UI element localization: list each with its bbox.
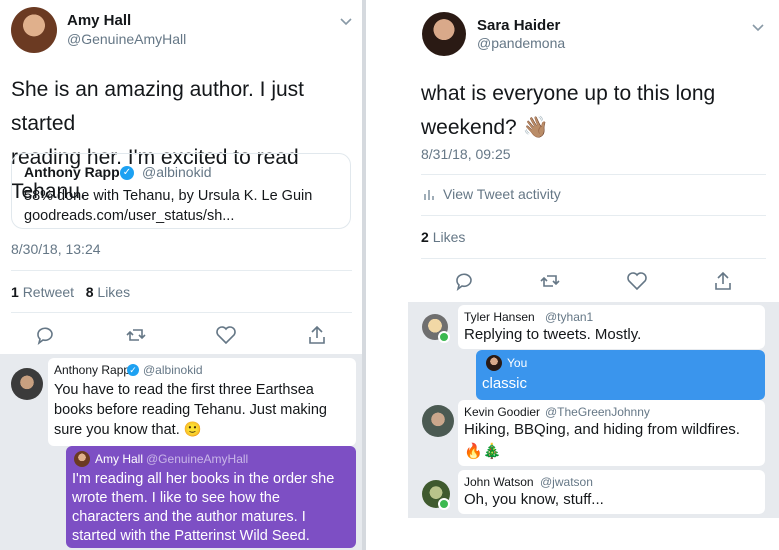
tweet-timestamp[interactable]: 8/31/18, 09:25 bbox=[421, 146, 511, 162]
quoted-text-line-1: 58% done with Tehanu, by Ursula K. Le Gu… bbox=[24, 188, 313, 204]
quoted-text: 58% done with Tehanu, by Ursula K. Le Gu… bbox=[24, 186, 312, 226]
quoted-author-handle: @albinokid bbox=[142, 164, 212, 180]
bubble-text-line-3: characters and the author matures. I bbox=[72, 509, 306, 525]
retweet-label[interactable]: Retweet bbox=[23, 284, 74, 300]
tweet-actions bbox=[0, 324, 362, 346]
like-icon[interactable] bbox=[215, 324, 237, 346]
like-label[interactable]: Likes bbox=[433, 229, 466, 245]
share-icon[interactable] bbox=[712, 270, 734, 292]
bubble-text-line-2: books before reading Tehanu. Just making bbox=[54, 402, 327, 418]
bubble-author-handle: @TheGreenJohnny bbox=[545, 405, 650, 419]
verified-icon: ✓ bbox=[120, 166, 134, 180]
bubble-author-name: Kevin Goodier bbox=[464, 405, 541, 419]
divider bbox=[421, 215, 766, 216]
verified-icon: ✓ bbox=[127, 364, 139, 376]
like-count[interactable]: 8 bbox=[86, 284, 94, 300]
left-tweet-panel: Amy Hall @GenuineAmyHall She is an amazi… bbox=[0, 0, 362, 550]
fire-tree-emoji: 🔥🎄 bbox=[464, 443, 502, 460]
author-handle[interactable]: @GenuineAmyHall bbox=[67, 31, 186, 47]
bubble-text-line-1: I'm reading all her books in the order s… bbox=[72, 471, 335, 487]
divider bbox=[421, 174, 766, 175]
bubble-author-handle: @albinokid bbox=[143, 363, 203, 377]
like-label[interactable]: Likes bbox=[97, 284, 130, 300]
chevron-down-icon[interactable] bbox=[339, 16, 353, 26]
bubble-author-name: Tyler Hansen bbox=[464, 310, 535, 324]
like-icon[interactable] bbox=[626, 270, 648, 292]
author-name[interactable]: Sara Haider bbox=[477, 17, 560, 34]
reply-bubble-john[interactable]: John Watson @jwatson Oh, you know, stuff… bbox=[458, 470, 765, 514]
bubble-author-name: John Watson bbox=[464, 475, 534, 489]
reply-icon[interactable] bbox=[34, 324, 56, 346]
bubble-text: classic bbox=[482, 375, 528, 392]
divider bbox=[11, 312, 352, 313]
bubble-text: Hiking, BBQing, and hiding from wildfire… bbox=[464, 421, 740, 438]
bubble-text: You have to read the first three Earthse… bbox=[54, 380, 327, 440]
quoted-author-name: Anthony Rapp bbox=[24, 164, 120, 180]
bubble-author-handle: @GenuineAmyHall bbox=[146, 452, 249, 466]
share-icon[interactable] bbox=[306, 324, 328, 346]
online-status-icon bbox=[438, 498, 450, 510]
retweet-icon[interactable] bbox=[539, 270, 561, 292]
reply-bubble-you[interactable]: You classic bbox=[476, 350, 765, 400]
amy-hall-avatar[interactable] bbox=[11, 7, 57, 53]
conversation-area: Tyler Hansen @tyhan1 Replying to tweets.… bbox=[408, 302, 779, 518]
quoted-text-line-2: goodreads.com/user_status/sh... bbox=[24, 208, 235, 224]
bubble-author-name: Amy Hall bbox=[95, 452, 144, 466]
tweet-text-line-2: weekend? bbox=[421, 116, 517, 139]
kevin-goodier-avatar[interactable] bbox=[422, 405, 454, 437]
bubble-text-line-1: You have to read the first three Earthse… bbox=[54, 382, 314, 398]
bubble-text-line-3: sure you know that. bbox=[54, 422, 180, 438]
bubble-text: I'm reading all her books in the order s… bbox=[72, 470, 334, 546]
like-count[interactable]: 2 bbox=[421, 229, 429, 245]
quoted-tweet[interactable]: Anthony Rapp ✓ @albinokid 58% done with … bbox=[11, 153, 351, 229]
right-tweet-panel: Sara Haider @pandemona what is everyone … bbox=[366, 0, 779, 550]
sara-haider-mini-avatar bbox=[486, 355, 502, 371]
divider bbox=[11, 270, 352, 271]
chevron-down-icon[interactable] bbox=[751, 22, 765, 32]
tweet-text-line-2-row: weekend? 👋🏽 bbox=[421, 111, 771, 145]
tweet-timestamp[interactable]: 8/30/18, 13:24 bbox=[11, 241, 101, 257]
anthony-rapp-avatar[interactable] bbox=[11, 368, 43, 400]
reply-icon[interactable] bbox=[453, 270, 475, 292]
tweet-text-line-1: what is everyone up to this long bbox=[421, 82, 716, 105]
activity-icon bbox=[424, 190, 434, 200]
tweet-actions bbox=[421, 270, 766, 292]
tweet-stats: 2 Likes bbox=[421, 229, 465, 245]
bubble-text-line-2: wrote them. I like to see how the bbox=[72, 490, 280, 506]
reply-bubble-amy[interactable]: Amy Hall @GenuineAmyHall I'm reading all… bbox=[66, 446, 356, 548]
bubble-author-name: Anthony Rapp bbox=[54, 363, 131, 377]
bubble-author-handle: @jwatson bbox=[540, 475, 593, 489]
conversation-area: Anthony Rapp ✓ @albinokid You have to re… bbox=[0, 354, 362, 550]
online-status-icon bbox=[438, 331, 450, 343]
sara-haider-avatar[interactable] bbox=[422, 12, 466, 56]
retweet-icon[interactable] bbox=[125, 324, 147, 346]
tweet-stats: 1 Retweet 8 Likes bbox=[11, 284, 130, 300]
tweet-text: what is everyone up to this long weekend… bbox=[421, 77, 771, 145]
amy-hall-mini-avatar bbox=[74, 451, 90, 467]
wave-emoji: 👋🏽 bbox=[522, 116, 549, 139]
reply-bubble-kevin[interactable]: Kevin Goodier @TheGreenJohnny Hiking, BB… bbox=[458, 400, 765, 466]
view-tweet-activity-link[interactable]: View Tweet activity bbox=[443, 186, 561, 202]
bubble-author-name: You bbox=[507, 356, 528, 370]
bubble-author-handle: @tyhan1 bbox=[545, 310, 594, 324]
bubble-text: Oh, you know, stuff... bbox=[464, 491, 604, 508]
retweet-count[interactable]: 1 bbox=[11, 284, 19, 300]
bubble-text-line-4: started with the Patterinst Wild Seed. bbox=[72, 528, 310, 544]
reply-bubble-tyler[interactable]: Tyler Hansen @tyhan1 Replying to tweets.… bbox=[458, 305, 765, 349]
bubble-text-line-3-row: sure you know that. 🙂 bbox=[54, 420, 327, 440]
tweet-text-line-1: She is an amazing author. I just started bbox=[11, 78, 305, 135]
divider bbox=[421, 258, 766, 259]
author-name[interactable]: Amy Hall bbox=[67, 12, 131, 29]
reply-bubble-anthony[interactable]: Anthony Rapp ✓ @albinokid You have to re… bbox=[48, 358, 356, 446]
smile-emoji: 🙂 bbox=[183, 422, 202, 438]
bubble-text: Replying to tweets. Mostly. bbox=[464, 326, 642, 343]
author-handle[interactable]: @pandemona bbox=[477, 35, 565, 51]
